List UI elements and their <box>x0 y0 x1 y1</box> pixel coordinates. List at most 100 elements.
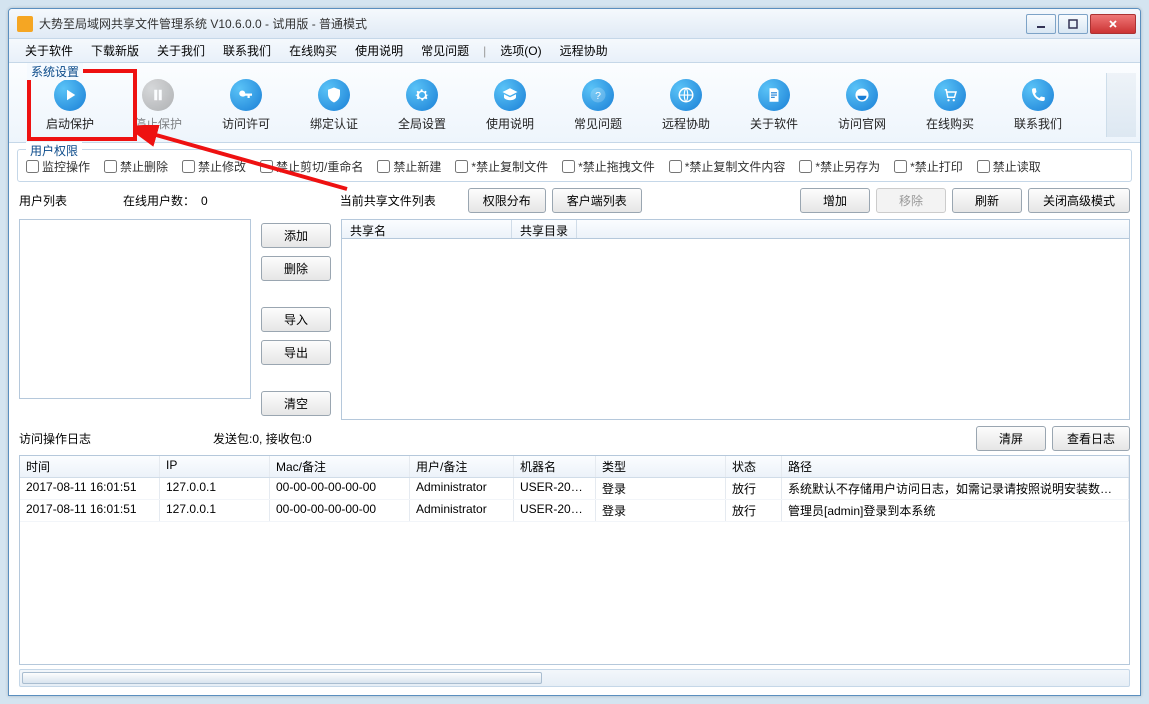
maximize-button[interactable] <box>1058 14 1088 34</box>
log-row-1[interactable]: 2017-08-11 16:01:51 127.0.0.1 00-00-00-0… <box>20 500 1129 522</box>
perm-no-delete[interactable]: 禁止删除 <box>104 158 168 175</box>
menu-contact-us[interactable]: 联系我们 <box>215 39 279 62</box>
contact-us-button[interactable]: 联系我们 <box>1003 77 1073 134</box>
menu-download-new[interactable]: 下载新版 <box>83 39 147 62</box>
log-clear-button[interactable]: 清屏 <box>976 426 1046 451</box>
perm-no-read[interactable]: 禁止读取 <box>977 158 1041 175</box>
log-col-mac[interactable]: Mac/备注 <box>270 456 410 477</box>
user-add-button[interactable]: 添加 <box>261 223 331 248</box>
menu-about-software[interactable]: 关于软件 <box>17 39 81 62</box>
log-packet-stats: 发送包:0, 接收包:0 <box>213 430 312 447</box>
main-lists-row: 添加 删除 导入 导出 清空 共享名 共享目录 <box>9 215 1140 420</box>
log-col-type[interactable]: 类型 <box>596 456 726 477</box>
usage-button[interactable]: 使用说明 <box>475 77 545 134</box>
log-col-status[interactable]: 状态 <box>726 456 782 477</box>
document-icon <box>758 79 790 111</box>
app-window: 大势至局域网共享文件管理系统 V10.6.0.0 - 试用版 - 普通模式 关于… <box>8 8 1141 696</box>
client-list-button[interactable]: 客户端列表 <box>552 188 642 213</box>
menu-options[interactable]: 选项(O) <box>492 39 549 62</box>
close-advanced-button[interactable]: 关闭高级模式 <box>1028 188 1130 213</box>
log-col-time[interactable]: 时间 <box>20 456 160 477</box>
question-icon: ? <box>582 79 614 111</box>
perm-no-saveas[interactable]: *禁止另存为 <box>799 158 880 175</box>
menu-faq[interactable]: 常见问题 <box>413 39 477 62</box>
toolbar-container: 系统设置 启动保护 停止保护 访问许可 绑定认证 全局设置 使用说明 ?常见问题… <box>9 63 1140 143</box>
titlebar[interactable]: 大势至局域网共享文件管理系统 V10.6.0.0 - 试用版 - 普通模式 <box>9 9 1140 39</box>
user-clear-button[interactable]: 清空 <box>261 391 331 416</box>
bind-auth-button[interactable]: 绑定认证 <box>299 77 369 134</box>
toolbar-decor <box>1106 73 1136 137</box>
log-col-machine[interactable]: 机器名 <box>514 456 596 477</box>
menu-usage[interactable]: 使用说明 <box>347 39 411 62</box>
perm-distribution-button[interactable]: 权限分布 <box>468 188 546 213</box>
access-permit-button[interactable]: 访问许可 <box>211 77 281 134</box>
menu-remote-assist[interactable]: 远程协助 <box>552 39 616 62</box>
perm-monitor[interactable]: 监控操作 <box>26 158 90 175</box>
share-list-header: 共享名 共享目录 <box>341 219 1130 239</box>
user-listbox[interactable] <box>19 219 251 399</box>
log-table: 时间 IP Mac/备注 用户/备注 机器名 类型 状态 路径 2017-08-… <box>19 455 1130 665</box>
log-row-0[interactable]: 2017-08-11 16:01:51 127.0.0.1 00-00-00-0… <box>20 478 1129 500</box>
remote-assist-button[interactable]: 远程协助 <box>651 77 721 134</box>
shield-icon <box>318 79 350 111</box>
share-refresh-button[interactable]: 刷新 <box>952 188 1022 213</box>
scrollbar-thumb[interactable] <box>22 672 542 684</box>
perm-no-print[interactable]: *禁止打印 <box>894 158 963 175</box>
user-permissions-group: 用户权限 监控操作 禁止删除 禁止修改 禁止剪切/重命名 禁止新建 *禁止复制文… <box>17 149 1132 182</box>
user-export-button[interactable]: 导出 <box>261 340 331 365</box>
globe-icon <box>670 79 702 111</box>
start-protect-button[interactable]: 启动保护 <box>35 77 105 134</box>
mid-controls-row: 用户列表 在线用户数： 0 当前共享文件列表 权限分布 客户端列表 增加 移除 … <box>9 184 1140 215</box>
menu-separator: | <box>483 44 486 58</box>
toolbar-group-label: 系统设置 <box>27 63 83 80</box>
share-remove-button[interactable]: 移除 <box>876 188 946 213</box>
userlist-label: 用户列表 <box>19 192 67 209</box>
sharelist-label: 当前共享文件列表 <box>340 192 436 209</box>
share-add-button[interactable]: 增加 <box>800 188 870 213</box>
online-users-count: 0 <box>201 194 208 208</box>
perm-no-modify[interactable]: 禁止修改 <box>182 158 246 175</box>
key-icon <box>230 79 262 111</box>
log-col-ip[interactable]: IP <box>160 456 270 477</box>
share-col-name[interactable]: 共享名 <box>342 220 512 238</box>
stop-protect-button[interactable]: 停止保护 <box>123 77 193 134</box>
cart-icon <box>934 79 966 111</box>
window-title: 大势至局域网共享文件管理系统 V10.6.0.0 - 试用版 - 普通模式 <box>39 15 1026 32</box>
log-header-row: 时间 IP Mac/备注 用户/备注 机器名 类型 状态 路径 <box>20 456 1129 478</box>
global-settings-button[interactable]: 全局设置 <box>387 77 457 134</box>
log-controls-row: 访问操作日志 发送包:0, 接收包:0 清屏 查看日志 <box>9 420 1140 453</box>
share-col-dir[interactable]: 共享目录 <box>512 220 577 238</box>
share-pane: 共享名 共享目录 <box>341 219 1130 420</box>
phone-icon <box>1022 79 1054 111</box>
log-col-user[interactable]: 用户/备注 <box>410 456 514 477</box>
online-users-label: 在线用户数： <box>123 192 195 209</box>
visit-website-button[interactable]: 访问官网 <box>827 77 897 134</box>
menu-buy-online[interactable]: 在线购买 <box>281 39 345 62</box>
ie-icon <box>846 79 878 111</box>
user-list-buttons: 添加 删除 导入 导出 清空 <box>257 219 335 420</box>
log-title: 访问操作日志 <box>19 430 91 447</box>
play-icon <box>54 79 86 111</box>
perm-no-drag[interactable]: *禁止拖拽文件 <box>562 158 655 175</box>
gear-icon <box>406 79 438 111</box>
share-list-body[interactable] <box>341 239 1130 420</box>
menu-about-us[interactable]: 关于我们 <box>149 39 213 62</box>
user-delete-button[interactable]: 删除 <box>261 256 331 281</box>
app-icon <box>17 16 33 32</box>
perm-no-create[interactable]: 禁止新建 <box>377 158 441 175</box>
minimize-button[interactable] <box>1026 14 1056 34</box>
perm-no-copy-file[interactable]: *禁止复制文件 <box>455 158 548 175</box>
faq-button[interactable]: ?常见问题 <box>563 77 633 134</box>
perm-no-copy-content[interactable]: *禁止复制文件内容 <box>669 158 786 175</box>
buy-online-button[interactable]: 在线购买 <box>915 77 985 134</box>
about-software-button[interactable]: 关于软件 <box>739 77 809 134</box>
horizontal-scrollbar[interactable] <box>19 669 1130 687</box>
pause-icon <box>142 79 174 111</box>
user-import-button[interactable]: 导入 <box>261 307 331 332</box>
perm-no-cut-rename[interactable]: 禁止剪切/重命名 <box>260 158 363 175</box>
toolbar: 启动保护 停止保护 访问许可 绑定认证 全局设置 使用说明 ?常见问题 远程协助… <box>11 67 1138 140</box>
perm-group-label: 用户权限 <box>26 142 82 159</box>
log-col-path[interactable]: 路径 <box>782 456 1129 477</box>
log-view-button[interactable]: 查看日志 <box>1052 426 1130 451</box>
close-button[interactable] <box>1090 14 1136 34</box>
